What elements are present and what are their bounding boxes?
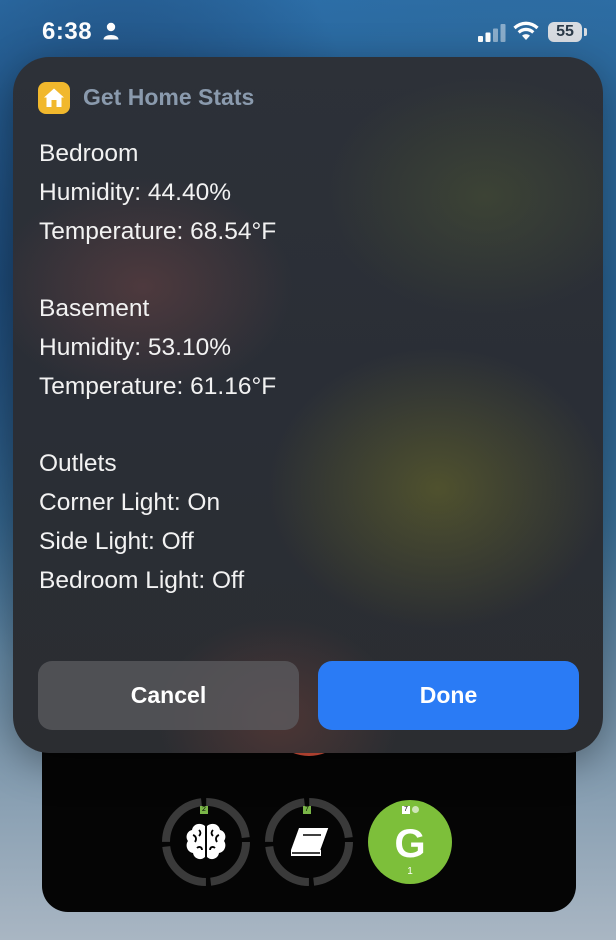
cancel-button[interactable]: Cancel bbox=[38, 661, 299, 730]
result-line-section-outlets: Outlets bbox=[39, 450, 117, 478]
g-tile-letter: G bbox=[394, 822, 426, 866]
brain-ring-tile[interactable]: 2 bbox=[160, 796, 252, 888]
g-tile-dot bbox=[412, 806, 419, 813]
shortcut-title: Get Home Stats bbox=[83, 84, 255, 110]
result-line-bedroom-temperature: Temperature: 68.54°F bbox=[39, 217, 277, 245]
g-tile[interactable]: G 1 7 bbox=[364, 796, 456, 888]
home-icon bbox=[44, 88, 64, 107]
result-line-side-light: Side Light: Off bbox=[39, 527, 194, 555]
g-tile-badge: 7 bbox=[402, 806, 410, 814]
cellular-signal-icon bbox=[478, 24, 506, 47]
status-time: 6:38 bbox=[42, 18, 93, 45]
result-line-bedroom-light: Bedroom Light: Off bbox=[39, 566, 245, 594]
result-line-section-basement: Basement bbox=[39, 295, 150, 323]
g-tile-circle: G 1 bbox=[368, 800, 452, 884]
result-line-corner-light: Corner Light: On bbox=[39, 489, 221, 517]
result-line-basement-humidity: Humidity: 53.10% bbox=[39, 333, 232, 361]
wifi-icon bbox=[513, 21, 539, 46]
result-line-section-bedroom: Bedroom bbox=[39, 140, 139, 167]
ring-badge: 2 bbox=[200, 806, 208, 814]
done-button[interactable]: Done bbox=[318, 661, 579, 730]
result-line-spacer bbox=[39, 251, 276, 290]
result-line-bedroom-humidity: Humidity: 44.40% bbox=[39, 178, 232, 206]
shortcut-result-dialog: Get Home Stats Bedroom Humidity: 44.40% … bbox=[13, 57, 603, 753]
ring-badge: 7 bbox=[303, 806, 311, 814]
result-text: Bedroom Humidity: 44.40% Temperature: 68… bbox=[39, 135, 276, 601]
g-tile-count: 1 bbox=[407, 866, 413, 877]
battery-indicator: 55 bbox=[548, 22, 582, 42]
result-line-spacer bbox=[39, 407, 276, 446]
battery-nub bbox=[584, 28, 587, 36]
result-line-basement-temperature: Temperature: 61.16°F bbox=[39, 372, 277, 400]
app-icon bbox=[38, 82, 70, 114]
book-ring-tile[interactable]: 7 bbox=[263, 796, 355, 888]
person-icon bbox=[103, 22, 119, 45]
